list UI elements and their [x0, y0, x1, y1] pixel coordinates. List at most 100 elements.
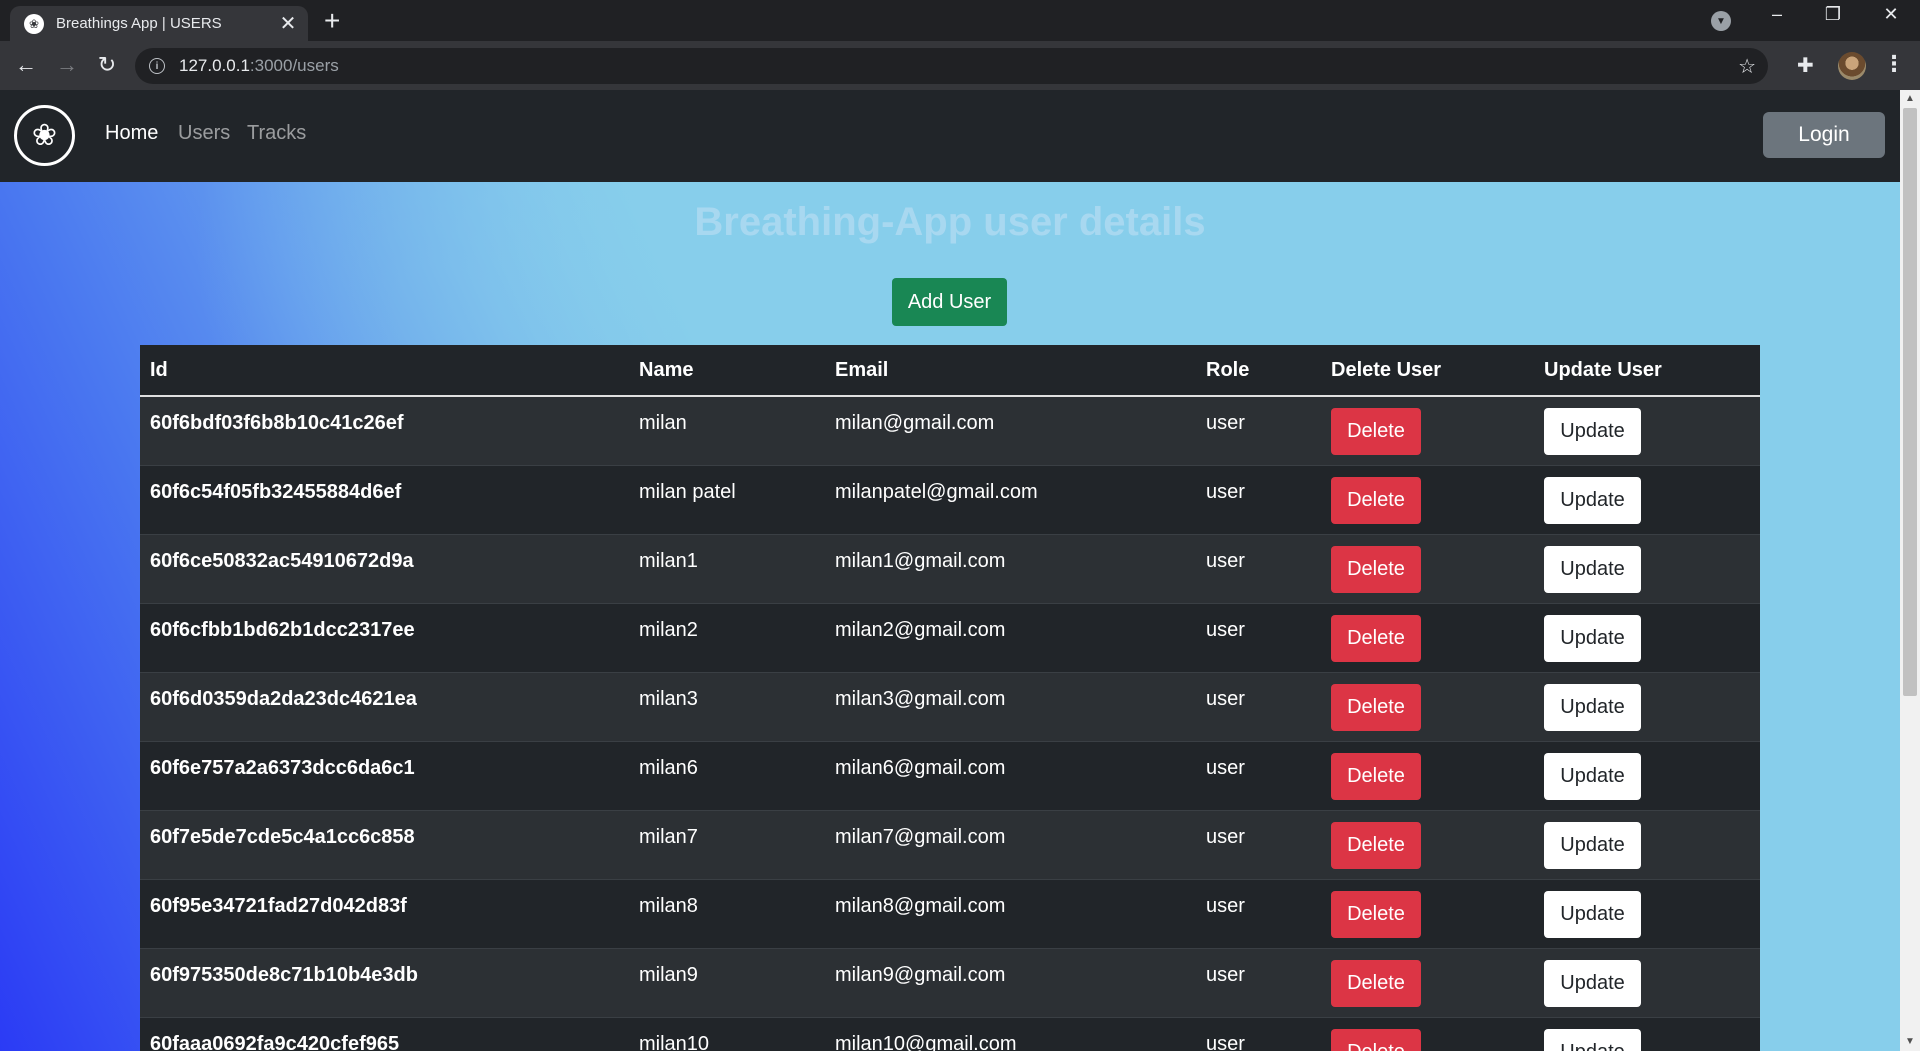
reload-icon[interactable]: ↻: [91, 49, 123, 81]
delete-cell: Delete: [1321, 534, 1534, 604]
user-name-cell: milan patel: [629, 465, 825, 535]
arrow-left-icon[interactable]: ←: [10, 49, 42, 81]
delete-cell: Delete: [1321, 465, 1534, 535]
user-role-cell: user: [1196, 672, 1321, 742]
page-title: Breathing-App user details: [694, 200, 1206, 244]
column-header-id: Id: [140, 345, 629, 397]
user-name-cell: milan1: [629, 534, 825, 604]
vertical-scrollbar[interactable]: ▲ ▼: [1900, 90, 1920, 1051]
table-row: 60f6ce50832ac54910672d9a milan1 milan1@gma…: [140, 534, 1760, 604]
user-email-cell: milan1@gmail.com: [825, 534, 1196, 604]
update-user-button[interactable]: Update: [1544, 545, 1641, 593]
browser-tabstrip: ❀ Breathings App | USERS ✕ + ▼ – ❐ ✕: [0, 0, 1920, 41]
lotus-icon[interactable]: ❀: [14, 105, 75, 166]
user-id-cell: 60f6ce50832ac54910672d9a: [140, 534, 629, 604]
login-button[interactable]: Login: [1763, 112, 1885, 158]
page-viewport: ❀ Home Users Tracks Login Breathing-App …: [0, 90, 1920, 1051]
close-window-icon[interactable]: ✕: [1876, 4, 1906, 25]
update-cell: Update: [1534, 948, 1760, 1018]
star-icon[interactable]: ☆: [1738, 54, 1756, 79]
table-row: 60f975350de8c71b10b4e3db milan9 milan9@gma…: [140, 948, 1760, 1018]
new-tab-icon[interactable]: +: [324, 6, 340, 36]
update-user-button[interactable]: Update: [1544, 408, 1641, 455]
arrow-right-icon[interactable]: →: [51, 49, 83, 81]
user-email-cell: milan6@gmail.com: [825, 741, 1196, 811]
address-bar[interactable]: i 127.0.0.1:3000/users ☆: [135, 48, 1768, 84]
user-id-cell: 60f6d0359da2da23dc4621ea: [140, 672, 629, 742]
delete-user-button[interactable]: Delete: [1331, 408, 1421, 455]
column-header-delete: Delete User: [1321, 345, 1534, 397]
tab-search-icon[interactable]: ▼: [1711, 11, 1731, 31]
delete-cell: Delete: [1321, 1017, 1534, 1051]
add-user-button[interactable]: Add User: [892, 278, 1007, 326]
minimize-icon[interactable]: –: [1762, 4, 1792, 25]
user-id-cell: 60f7e5de7cde5c4a1cc6c858: [140, 810, 629, 880]
scrollbar-thumb[interactable]: [1903, 108, 1917, 696]
puzzle-icon[interactable]: ✚: [1797, 53, 1814, 78]
user-id-cell: 60f6c54f05fb32455884d6ef: [140, 465, 629, 535]
update-user-button[interactable]: Update: [1544, 821, 1641, 869]
update-cell: Update: [1534, 672, 1760, 742]
scroll-down-icon[interactable]: ▼: [1900, 1033, 1920, 1051]
update-user-button[interactable]: Update: [1544, 752, 1641, 800]
update-user-button[interactable]: Update: [1544, 890, 1641, 938]
delete-cell: Delete: [1321, 879, 1534, 949]
delete-user-button[interactable]: Delete: [1331, 476, 1421, 524]
table-header-row: Id Name Email Role Delete User Update Us…: [140, 345, 1760, 397]
restore-icon[interactable]: ❐: [1818, 4, 1848, 25]
update-user-button[interactable]: Update: [1544, 683, 1641, 731]
user-id-cell: 60f95e34721fad27d042d83f: [140, 879, 629, 949]
user-name-cell: milan9: [629, 948, 825, 1018]
user-name-cell: milan3: [629, 672, 825, 742]
user-email-cell: milan8@gmail.com: [825, 879, 1196, 949]
close-tab-icon[interactable]: ✕: [274, 11, 302, 36]
nav-link-home[interactable]: Home: [105, 122, 158, 145]
delete-user-button[interactable]: Delete: [1331, 683, 1421, 731]
nav-link-tracks[interactable]: Tracks: [247, 122, 306, 145]
user-name-cell: milan6: [629, 741, 825, 811]
user-name-cell: milan: [629, 396, 825, 466]
main-content: Breathing-App user details Add User Id N…: [0, 182, 1900, 1051]
browser-tab[interactable]: ❀ Breathings App | USERS ✕: [10, 6, 308, 41]
column-header-role: Role: [1196, 345, 1321, 397]
update-user-button[interactable]: Update: [1544, 476, 1641, 524]
scroll-up-icon[interactable]: ▲: [1900, 90, 1920, 108]
profile-avatar[interactable]: [1838, 52, 1866, 80]
delete-user-button[interactable]: Delete: [1331, 959, 1421, 1007]
app-navbar: ❀ Home Users Tracks Login: [0, 90, 1900, 182]
user-email-cell: milan@gmail.com: [825, 396, 1196, 466]
nav-link-users[interactable]: Users: [178, 122, 230, 145]
user-name-cell: milan2: [629, 603, 825, 673]
delete-cell: Delete: [1321, 948, 1534, 1018]
update-cell: Update: [1534, 810, 1760, 880]
delete-user-button[interactable]: Delete: [1331, 890, 1421, 938]
delete-cell: Delete: [1321, 672, 1534, 742]
user-email-cell: milan7@gmail.com: [825, 810, 1196, 880]
delete-cell: Delete: [1321, 810, 1534, 880]
update-cell: Update: [1534, 741, 1760, 811]
update-user-button[interactable]: Update: [1544, 959, 1641, 1007]
column-header-name: Name: [629, 345, 825, 397]
update-user-button[interactable]: Update: [1544, 614, 1641, 662]
delete-user-button[interactable]: Delete: [1331, 1028, 1421, 1051]
users-table-body: 60f6bdf03f6b8b10c41c26ef milan milan@gmail…: [140, 396, 1760, 1051]
table-row: 60f6d0359da2da23dc4621ea milan3 milan3@gma…: [140, 672, 1760, 742]
table-row: 60f6cfbb1bd62b1dcc2317ee milan2 milan2@gma…: [140, 603, 1760, 673]
user-email-cell: milan3@gmail.com: [825, 672, 1196, 742]
user-role-cell: user: [1196, 879, 1321, 949]
kebab-menu-icon[interactable]: ⋮: [1883, 51, 1905, 77]
update-cell: Update: [1534, 879, 1760, 949]
update-user-button[interactable]: Update: [1544, 1028, 1641, 1051]
user-id-cell: 60faaa0692fa9c420cfef965: [140, 1017, 629, 1051]
delete-user-button[interactable]: Delete: [1331, 614, 1421, 662]
delete-user-button[interactable]: Delete: [1331, 821, 1421, 869]
tab-title: Breathings App | USERS: [56, 15, 222, 32]
user-id-cell: 60f6cfbb1bd62b1dcc2317ee: [140, 603, 629, 673]
delete-cell: Delete: [1321, 396, 1534, 466]
delete-user-button[interactable]: Delete: [1331, 545, 1421, 593]
update-cell: Update: [1534, 534, 1760, 604]
delete-user-button[interactable]: Delete: [1331, 752, 1421, 800]
delete-cell: Delete: [1321, 741, 1534, 811]
info-icon[interactable]: i: [149, 58, 165, 74]
user-role-cell: user: [1196, 741, 1321, 811]
